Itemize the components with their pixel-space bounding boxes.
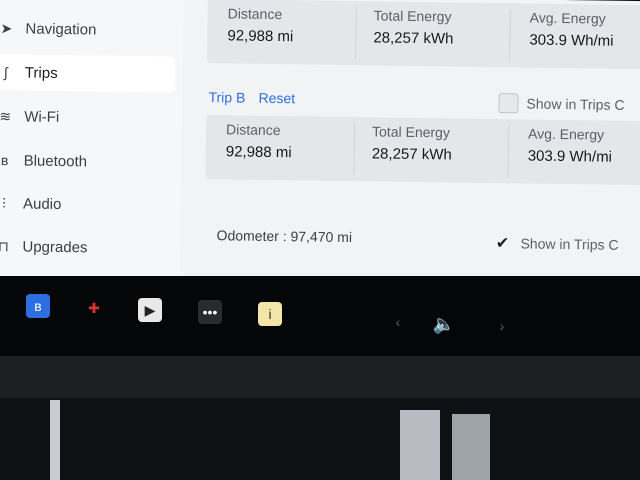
sidebar-item-bluetooth[interactable]: ʙ Bluetooth	[0, 142, 174, 180]
sidebar-item-label: Audio	[22, 194, 62, 213]
distance-value: 92,988 mi	[227, 27, 294, 46]
sidebar-item-label: Trips	[24, 63, 58, 82]
sidebar-item-label: Wi-Fi	[24, 107, 60, 126]
glare	[50, 400, 60, 480]
trip-b-reset-button[interactable]: Reset	[258, 90, 295, 107]
distance-value: 92,988 mi	[225, 143, 292, 162]
trip-a-energy: Total Energy 28,257 kWh	[373, 1, 453, 65]
distance-label: Distance	[227, 5, 283, 23]
trip-a-stats: Distance 92,988 mi Total Energy 28,257 k…	[207, 0, 640, 70]
energy-value: 28,257 kWh	[371, 145, 452, 164]
divider	[355, 7, 357, 60]
media-player-icon[interactable]: ▶	[138, 298, 162, 322]
sidebar-item-trips[interactable]: ∫ Trips	[0, 54, 176, 93]
glare	[400, 410, 440, 480]
chevron-right-icon[interactable]: ›	[490, 314, 514, 338]
dashboard-below	[0, 398, 640, 480]
trip-b-show-in-trips[interactable]: Show in Trips C	[498, 93, 625, 115]
more-apps-icon[interactable]: •••	[198, 300, 222, 324]
sidebar-item-label: Navigation	[25, 19, 97, 38]
trip-b-checkbox[interactable]	[498, 93, 519, 114]
bluetooth-icon: ʙ	[0, 152, 9, 169]
bluetooth-icon[interactable]: ʙ	[26, 294, 50, 318]
sidebar-item-label: Upgrades	[22, 237, 88, 256]
sidebar-item-navigation[interactable]: ➤ Navigation	[0, 10, 176, 48]
odometer-show-in-trips[interactable]: ✔ Show in Trips C	[492, 233, 619, 255]
avg-label: Avg. Energy	[529, 9, 606, 27]
joystick-icon[interactable]: ✚	[82, 296, 106, 320]
chevron-left-icon[interactable]: ‹	[386, 310, 410, 334]
trips-icon: ∫	[3, 64, 8, 81]
energy-label: Total Energy	[371, 123, 451, 141]
settings-sidebar: ➤ Navigation ∫ Trips ≋ Wi-Fi ʙ Bluetooth…	[0, 0, 184, 287]
trip-a-distance: Distance 92,988 mi	[227, 0, 293, 63]
trip-a-avg: Avg. Energy 303.9 Wh/mi	[529, 4, 613, 68]
divider	[507, 125, 510, 178]
energy-label: Total Energy	[373, 7, 452, 25]
odometer-checkbox[interactable]: ✔	[492, 233, 512, 253]
avg-label: Avg. Energy	[527, 125, 605, 143]
glare	[452, 414, 490, 480]
divider	[353, 123, 356, 176]
odometer-label: Odometer :	[216, 227, 287, 245]
odometer-value: 97,470 mi	[290, 228, 353, 246]
distance-label: Distance	[225, 121, 281, 139]
trips-panel: Distance 92,988 mi Total Energy 28,257 k…	[204, 0, 640, 293]
sidebar-item-wifi[interactable]: ≋ Wi-Fi	[0, 98, 175, 136]
settings-screen: ➤ Navigation ∫ Trips ≋ Wi-Fi ʙ Bluetooth…	[0, 0, 640, 294]
notes-icon[interactable]: i	[258, 302, 282, 326]
sidebar-item-audio[interactable]: ⫶ Audio	[0, 185, 173, 223]
trip-b-distance: Distance 92,988 mi	[225, 115, 292, 179]
avg-value: 303.9 Wh/mi	[527, 147, 613, 166]
trip-b-avg: Avg. Energy 303.9 Wh/mi	[527, 120, 612, 184]
car-icon: ➤	[0, 19, 13, 36]
trip-b-energy: Total Energy 28,257 kWh	[371, 117, 452, 181]
screen-bezel	[0, 356, 640, 400]
trip-b-title: Trip B	[208, 89, 246, 106]
lock-icon: ⊓	[0, 237, 10, 254]
audio-icon: ⫶	[2, 194, 6, 211]
taskbar: ʙ ✚ ▶ ••• i ‹ 🔈 ›	[0, 276, 640, 360]
avg-value: 303.9 Wh/mi	[529, 31, 614, 50]
odometer: Odometer : 97,470 mi	[217, 227, 353, 245]
show-in-trips-label: Show in Trips C	[520, 235, 619, 253]
divider	[509, 9, 511, 62]
show-in-trips-label: Show in Trips C	[526, 95, 625, 113]
wifi-icon: ≋	[0, 107, 12, 124]
sidebar-item-label: Bluetooth	[23, 151, 88, 170]
energy-value: 28,257 kWh	[373, 29, 454, 48]
sidebar-item-upgrades[interactable]: ⊓ Upgrades	[0, 228, 173, 266]
trip-b-stats: Distance 92,988 mi Total Energy 28,257 k…	[205, 115, 640, 186]
volume-icon[interactable]: 🔈	[432, 312, 456, 336]
